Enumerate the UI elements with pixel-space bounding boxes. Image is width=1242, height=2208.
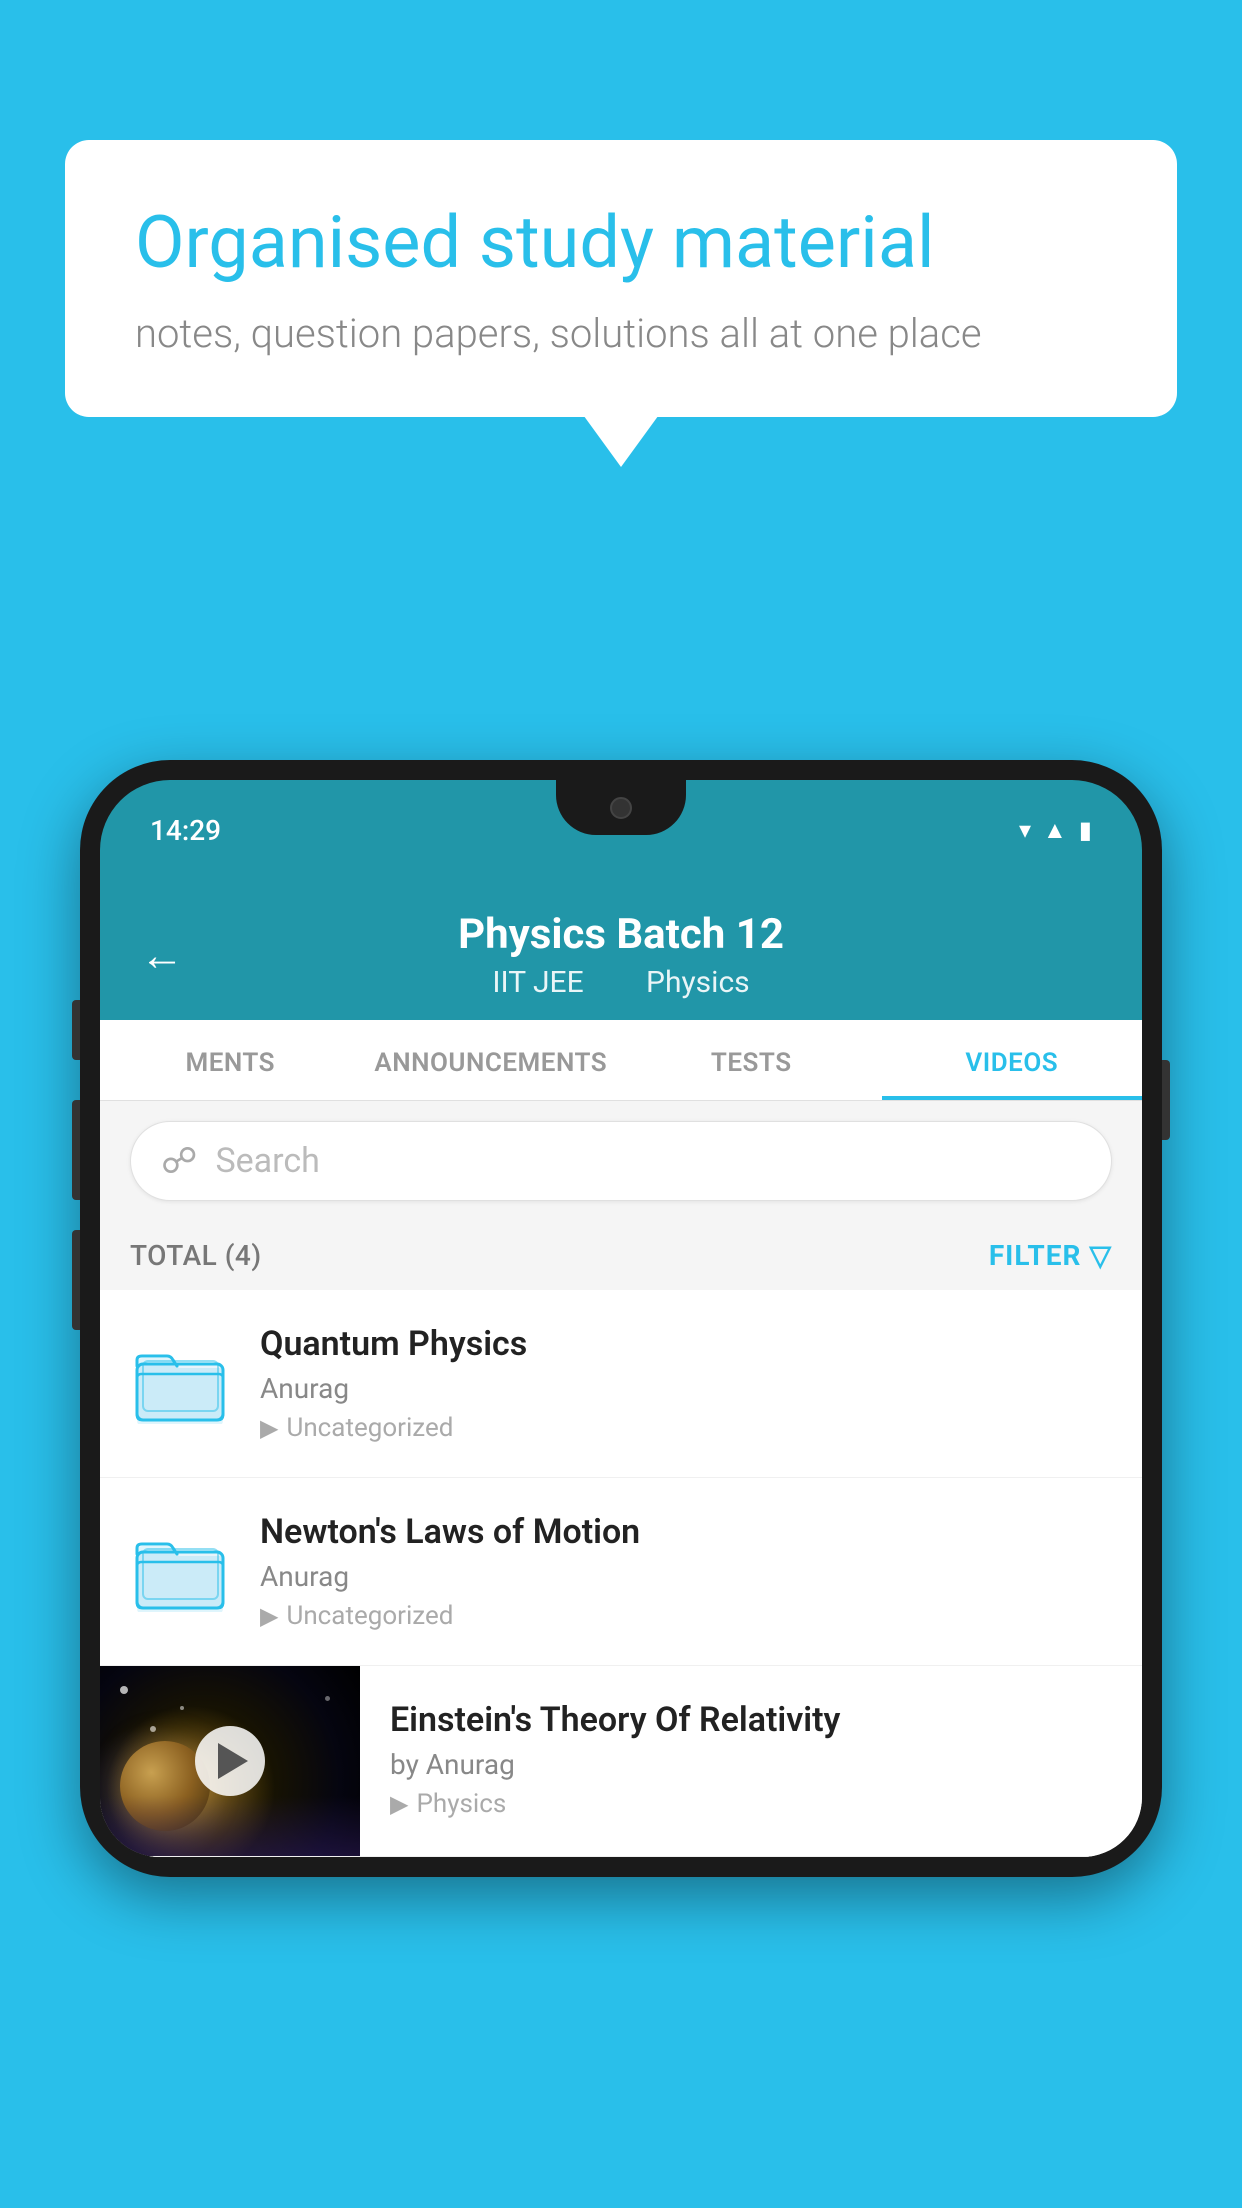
list-item[interactable]: Quantum Physics Anurag ▶ Uncategorized (100, 1290, 1142, 1478)
back-button[interactable]: ← (140, 929, 184, 981)
tab-announcements[interactable]: ANNOUNCEMENTS (361, 1020, 622, 1100)
folder-thumbnail (130, 1334, 230, 1434)
status-icons: ▾ ▲ ▮ (1019, 816, 1092, 845)
notch (556, 780, 686, 835)
phone-frame: 14:29 ▾ ▲ ▮ ← Physics Batch 12 IIT JEE P… (80, 760, 1162, 1877)
search-bar[interactable]: ☍ Search (130, 1121, 1112, 1201)
play-button[interactable] (195, 1726, 265, 1796)
tab-ments[interactable]: MENTS (100, 1020, 361, 1100)
play-icon (218, 1743, 248, 1779)
folder-icon (135, 1532, 225, 1612)
volume-up-button (72, 1000, 80, 1060)
video-tag: ▶ Physics (390, 1789, 1112, 1819)
volume-down-button (72, 1100, 80, 1200)
signal-icon: ▲ (1043, 816, 1067, 845)
filter-label: FILTER (989, 1239, 1082, 1272)
status-time: 14:29 (150, 814, 221, 847)
video-title: Newton's Laws of Motion (260, 1512, 1112, 1552)
tag-icon: ▶ (260, 1602, 278, 1630)
video-info: Newton's Laws of Motion Anurag ▶ Uncateg… (260, 1512, 1112, 1631)
tab-tests[interactable]: TESTS (621, 1020, 882, 1100)
tab-bar: MENTS ANNOUNCEMENTS TESTS VIDEOS (100, 1020, 1142, 1101)
video-tag: ▶ Uncategorized (260, 1601, 1112, 1631)
breadcrumb-separator (611, 965, 626, 1000)
video-info: Einstein's Theory Of Relativity by Anura… (360, 1666, 1142, 1853)
bubble-subtitle: notes, question papers, solutions all at… (135, 310, 1107, 357)
battery-icon: ▮ (1079, 816, 1092, 844)
tag-label: Physics (416, 1789, 506, 1819)
wifi-icon: ▾ (1019, 816, 1031, 844)
total-count: TOTAL (4) (130, 1239, 262, 1272)
search-icon: ☍ (161, 1140, 197, 1182)
camera (610, 797, 632, 819)
page-title: Physics Batch 12 (140, 910, 1102, 959)
tag-icon: ▶ (260, 1414, 278, 1442)
breadcrumb-physics: Physics (646, 965, 750, 1000)
video-thumbnail (100, 1666, 360, 1856)
folder-icon (135, 1344, 225, 1424)
video-author: Anurag (260, 1372, 1112, 1405)
speech-bubble-container: Organised study material notes, question… (65, 140, 1177, 417)
video-title: Einstein's Theory Of Relativity (390, 1700, 1112, 1740)
filter-bar: TOTAL (4) FILTER ▽ (100, 1221, 1142, 1290)
tab-videos[interactable]: VIDEOS (882, 1020, 1143, 1100)
filter-button[interactable]: FILTER ▽ (989, 1239, 1112, 1272)
video-author: by Anurag (390, 1748, 1112, 1781)
video-info: Quantum Physics Anurag ▶ Uncategorized (260, 1324, 1112, 1443)
tag-icon: ▶ (390, 1790, 408, 1818)
search-input[interactable]: Search (215, 1141, 319, 1181)
search-container: ☍ Search (100, 1101, 1142, 1221)
video-list: Quantum Physics Anurag ▶ Uncategorized (100, 1290, 1142, 1857)
phone-body: 14:29 ▾ ▲ ▮ ← Physics Batch 12 IIT JEE P… (80, 760, 1162, 1877)
tag-label: Uncategorized (286, 1601, 453, 1631)
folder-thumbnail (130, 1522, 230, 1622)
list-item[interactable]: Newton's Laws of Motion Anurag ▶ Uncateg… (100, 1478, 1142, 1666)
silent-button (72, 1230, 80, 1330)
speech-bubble: Organised study material notes, question… (65, 140, 1177, 417)
app-header: ← Physics Batch 12 IIT JEE Physics (100, 880, 1142, 1020)
video-title: Quantum Physics (260, 1324, 1112, 1364)
header-breadcrumb: IIT JEE Physics (140, 965, 1102, 1000)
video-tag: ▶ Uncategorized (260, 1413, 1112, 1443)
list-item[interactable]: Einstein's Theory Of Relativity by Anura… (100, 1666, 1142, 1857)
breadcrumb-iit: IIT JEE (492, 965, 583, 1000)
tag-label: Uncategorized (286, 1413, 453, 1443)
power-button (1162, 1060, 1170, 1140)
phone-screen: ← Physics Batch 12 IIT JEE Physics MENTS… (100, 880, 1142, 1857)
status-bar: 14:29 ▾ ▲ ▮ (100, 780, 1142, 880)
filter-icon: ▽ (1089, 1239, 1112, 1272)
video-author: Anurag (260, 1560, 1112, 1593)
bubble-title: Organised study material (135, 200, 1107, 286)
